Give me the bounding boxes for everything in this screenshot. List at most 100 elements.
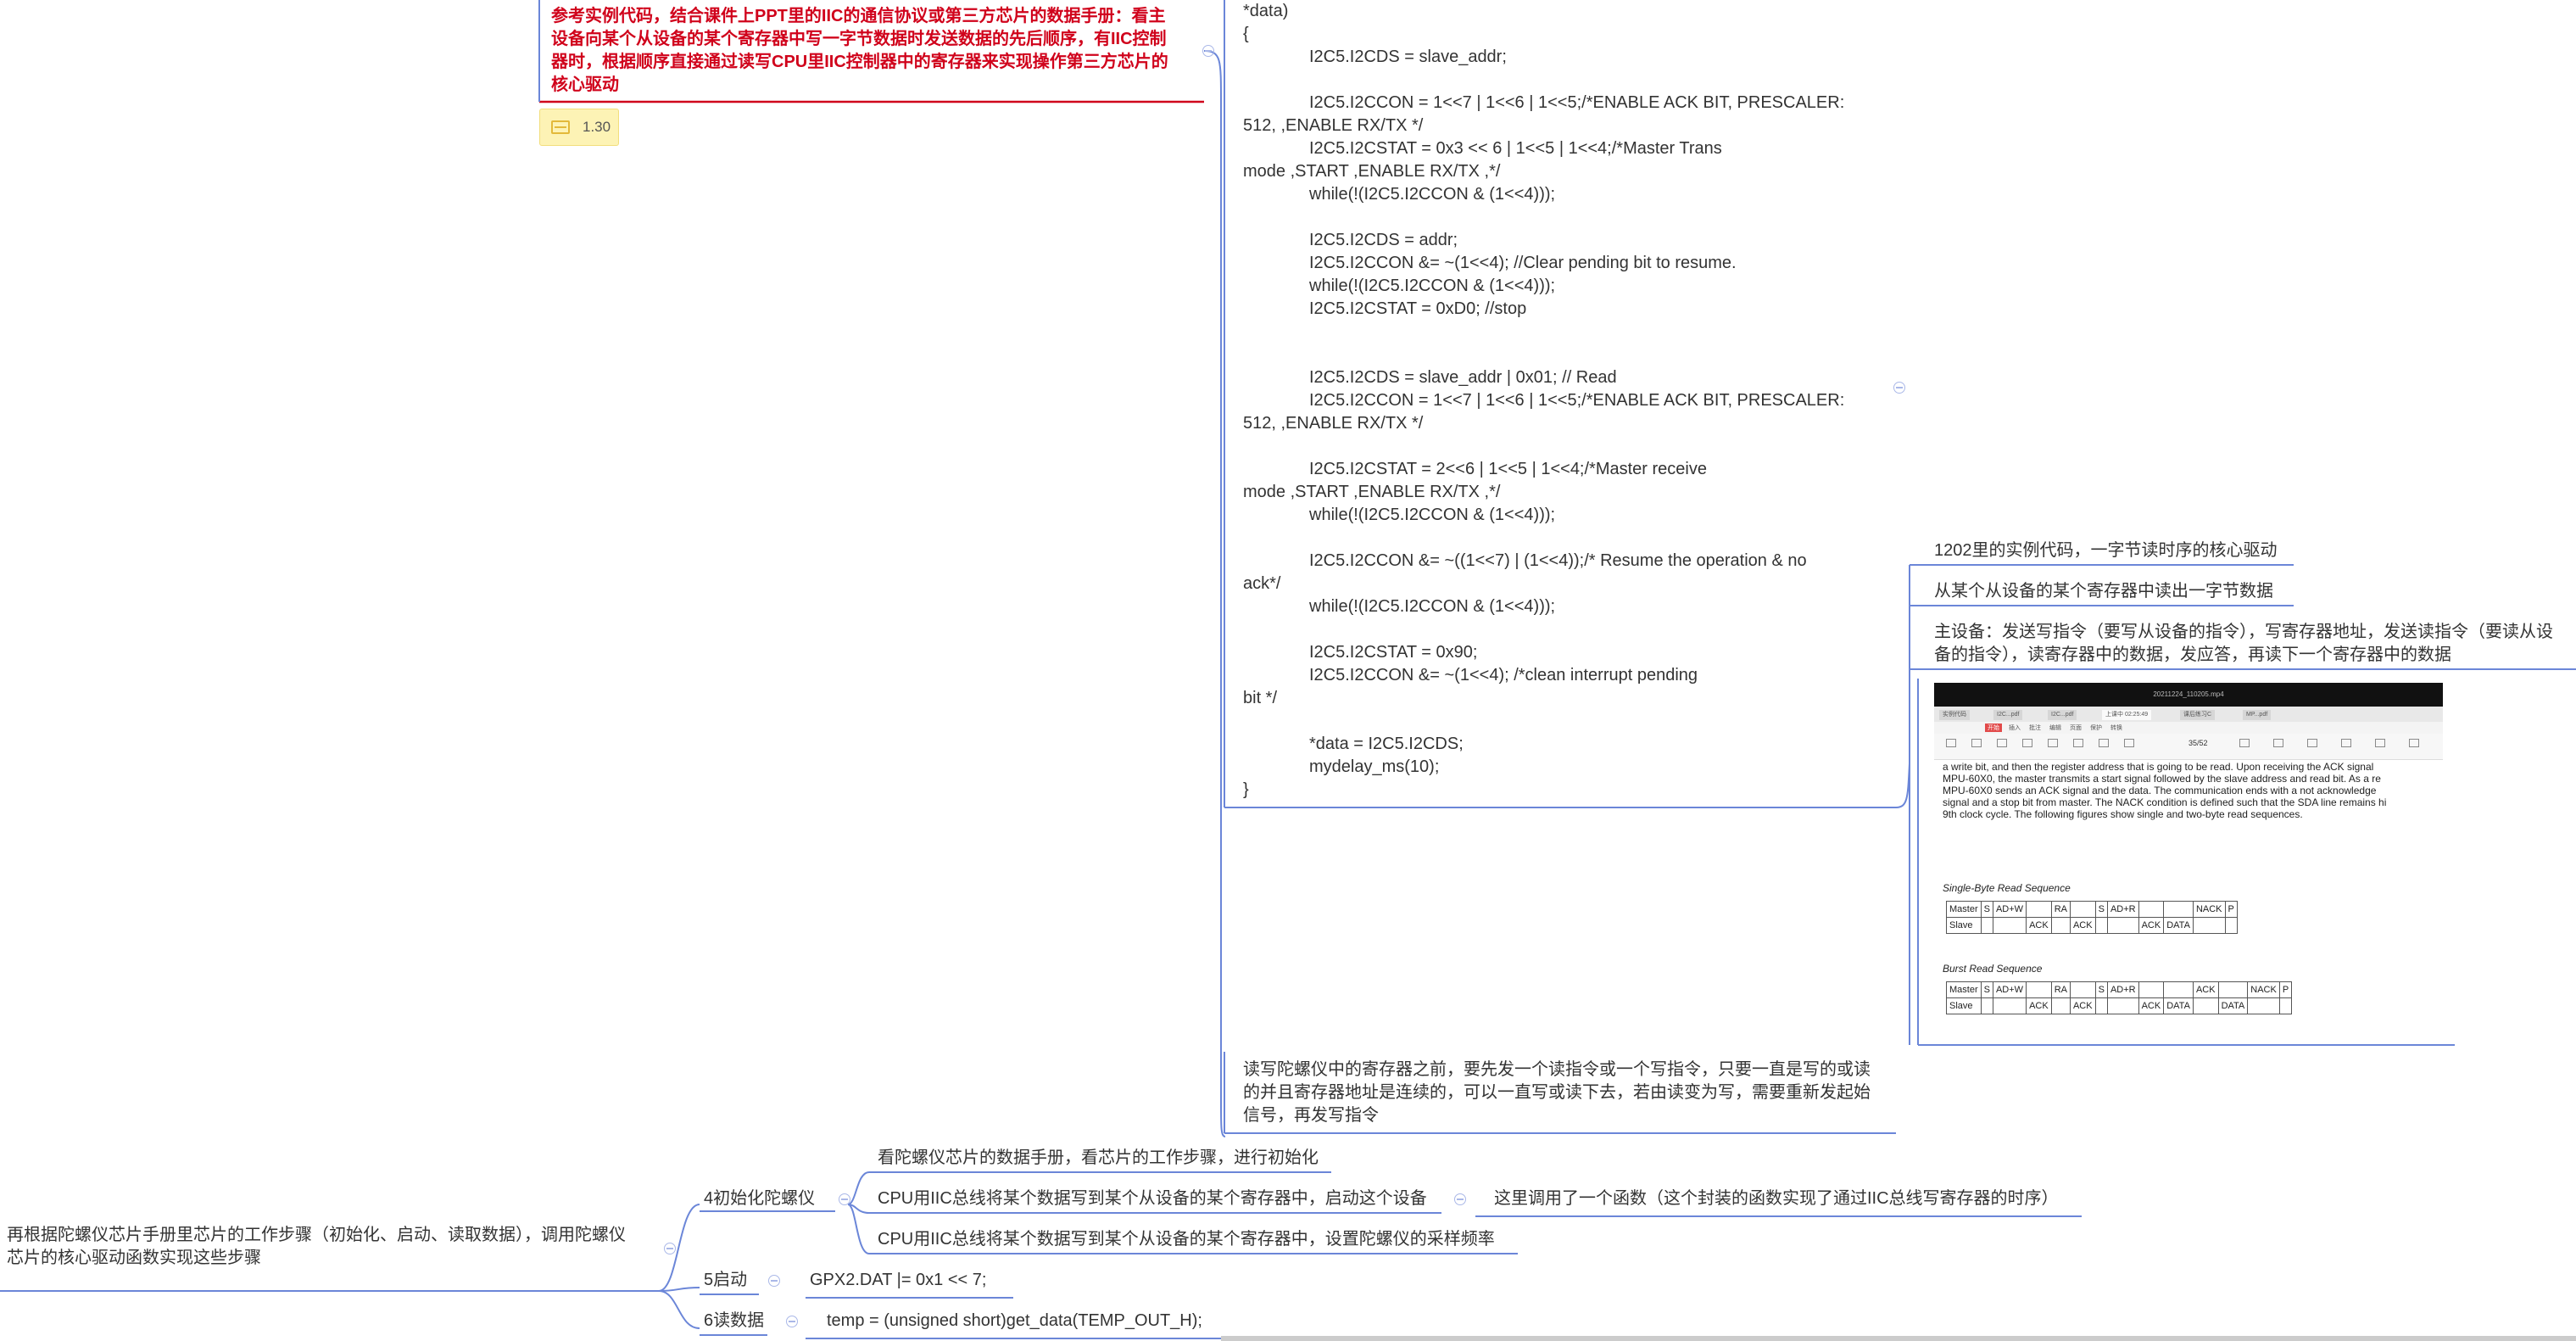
table-cell: DATA [2163,917,2194,934]
root-topic-1[interactable]: 再根据陀螺仪芯片手册里芯片的工作步骤（初始化、启动、读取数据），调用陀螺仪 [7,1224,626,1247]
code-line: I2C5.I2CCON &= ~(1<<4); /*clean interrup… [1309,666,1698,684]
datasheet-paragraph: a write bit, and then the register addre… [1943,761,2387,820]
code-line: mode ,START ,ENABLE RX/TX ,*/ [1243,483,1501,501]
collapse-indicator[interactable] [786,1316,798,1327]
collapse-indicator[interactable] [839,1193,850,1205]
table-cell: ACK [2069,917,2096,934]
shot-menu-item: 插入 [2009,725,2021,731]
table-cell [1992,917,2027,934]
collapse-indicator[interactable] [1893,382,1905,394]
table-cell: ACK [2138,997,2165,1014]
code-line: I2C5.I2CCON &= ~((1<<7) | (1<<4));/* Res… [1309,551,1807,570]
table-cell [2050,997,2071,1014]
table-cell [1980,997,1993,1014]
step-start[interactable]: 5启动 [704,1269,747,1292]
collapse-indicator[interactable] [664,1243,676,1254]
code-line: I2C5.I2CSTAT = 2<<6 | 1<<5 | 1<<4;/*Mast… [1309,460,1707,478]
table-cell: DATA [2163,997,2194,1014]
table-cell [2106,917,2139,934]
table-cell [2224,917,2238,934]
root-topic-2[interactable]: 芯片的核心驱动函数实现这些步骤 [7,1247,261,1270]
duration-tag[interactable]: 1.30 [539,109,619,146]
shot-menu-item: 开始 [1985,724,2002,732]
table-cell: P [2224,901,2238,918]
shot-tab: 上课中 02:25:49 [2102,710,2152,720]
table-cell: S [2094,981,2108,998]
table-cell: Master [1946,981,1982,998]
table-cell [2278,997,2293,1014]
burst-read-caption: Burst Read Sequence [1943,963,2043,975]
table-cell [2138,901,2165,918]
burst-read-table: Master S AD+W RA S AD+R ACK NACK P Slave ACK ACK AC… [1946,981,2293,1014]
step-init[interactable]: 4初始化陀螺仪 [704,1187,815,1210]
tag-value: 1.30 [583,119,611,135]
shot-menu: 开始 插入 批注 编辑 页面 保护 转换 [1934,722,2443,734]
gyro-note-3[interactable]: 信号，再发写指令 [1243,1104,1379,1127]
table-cell [2026,981,2052,998]
table-cell: AD+R [2106,901,2139,918]
table-cell [2050,917,2071,934]
shot-menu-item: 保护 [2090,725,2102,731]
table-cell [1980,917,1993,934]
gyro-note-1[interactable]: 读写陀螺仪中的寄存器之前，要先发一个读指令或一个写指令，只要一直是写的或读 [1243,1059,1871,1081]
start-code[interactable]: GPX2.DAT |= 0x1 << 7; [810,1269,986,1292]
table-cell: Slave [1946,917,1982,934]
code-line: I2C5.I2CDS = slave_addr; [1309,47,1507,66]
code-line: } [1243,780,1249,799]
table-cell: ACK [2192,981,2219,998]
read-code[interactable]: temp = (unsigned short)get_data(TEMP_OUT… [827,1310,1202,1333]
code-line: ack*/ [1243,574,1281,593]
shot-menu-item: 转换 [2110,725,2122,731]
topic-core-driver[interactable]: 1202里的实例代码，一字节读时序的核心驱动 [1934,539,2278,562]
code-line: I2C5.I2CCON = 1<<7 | 1<<6 | 1<<5;/*ENABL… [1309,93,1845,112]
red-note-line-2[interactable]: 设备向某个从设备的某个寄存器中写一字节数据时发送数据的先后顺序，有IIC控制 [551,28,1167,51]
shot-tab: I2C...pdf [2048,710,2077,720]
red-note-line-4[interactable]: 核心驱动 [551,74,619,97]
table-cell: AD+R [2106,981,2139,998]
table-cell: NACK [2192,901,2226,918]
table-cell [2094,997,2108,1014]
code-line: bit */ [1243,689,1278,707]
topic-master-steps-1[interactable]: 主设备：发送写指令（要写从设备的指令），写寄存器地址，发送读指令（要读从设 [1934,621,2553,644]
shot-tabbar: 实例代码 I2C...pdf I2C...pdf 上课中 02:25:49 课后… [1934,707,2443,722]
init-child-1[interactable]: 看陀螺仪芯片的数据手册，看芯片的工作步骤，进行初始化 [878,1147,1319,1170]
init-child-2-note[interactable]: 这里调用了一个函数（这个封装的函数实现了通过IIC总线写寄存器的时序） [1494,1187,2059,1210]
table-cell: DATA [2217,997,2249,1014]
table-cell [2192,997,2219,1014]
video-title: 20211224_110205.mp4 [1934,683,2443,707]
code-line: mode ,START ,ENABLE RX/TX ,*/ [1243,162,1501,181]
init-child-3[interactable]: CPU用IIC总线将某个数据写到某个从设备的某个寄存器中，设置陀螺仪的采样频率 [878,1228,1495,1251]
code-block[interactable]: *data) {I2C5.I2CDS = slave_addr; I2C5.I2CC… [1243,0,1871,802]
code-line: { [1243,25,1249,43]
table-cell: S [1980,981,1993,998]
code-line: I2C5.I2CSTAT = 0xD0; //stop [1309,299,1527,318]
collapse-indicator[interactable] [768,1275,780,1287]
shot-tab: I2C...pdf [1993,710,2023,720]
embedded-screenshot[interactable]: 20211224_110205.mp4 实例代码 I2C...pdf I2C..… [1934,683,2443,1043]
topic-master-steps-2[interactable]: 备的指令），读寄存器中的数据，发应答，再读下一个寄存器中的数据 [1934,644,2451,667]
table-cell: S [2094,901,2108,918]
gyro-note-2[interactable]: 的并且寄存器地址是连续的，可以一直写或读下去，若由读变为写，需要重新发起始 [1243,1081,1871,1104]
init-child-2[interactable]: CPU用IIC总线将某个数据写到某个从设备的某个寄存器中，启动这个设备 [878,1187,1427,1210]
shot-menu-item: 编辑 [2049,725,2061,731]
red-note-line-3[interactable]: 器时，根据顺序直接通过读写CPU里IIC控制器中的寄存器来实现操作第三方芯片的 [551,51,1168,74]
topic-read-byte[interactable]: 从某个从设备的某个寄存器中读出一字节数据 [1934,580,2273,603]
table-cell [2247,997,2280,1014]
collapse-indicator[interactable] [1454,1193,1466,1205]
table-cell [2217,981,2249,998]
media-icon [551,120,570,134]
table-cell: P [2278,981,2293,998]
table-cell [2106,997,2139,1014]
collapse-indicator[interactable] [1202,45,1214,57]
table-cell [2069,981,2096,998]
red-note-line-1[interactable]: 参考实例代码，结合课件上PPT里的IIC的通信协议或第三方芯片的数据手册：看主 [551,5,1165,28]
table-cell [2163,981,2194,998]
shot-toolbar: 35/52 [1934,734,2443,760]
step-read-data[interactable]: 6读数据 [704,1310,764,1333]
table-cell [2192,917,2226,934]
shot-tab: MP...pdf [2243,710,2272,720]
